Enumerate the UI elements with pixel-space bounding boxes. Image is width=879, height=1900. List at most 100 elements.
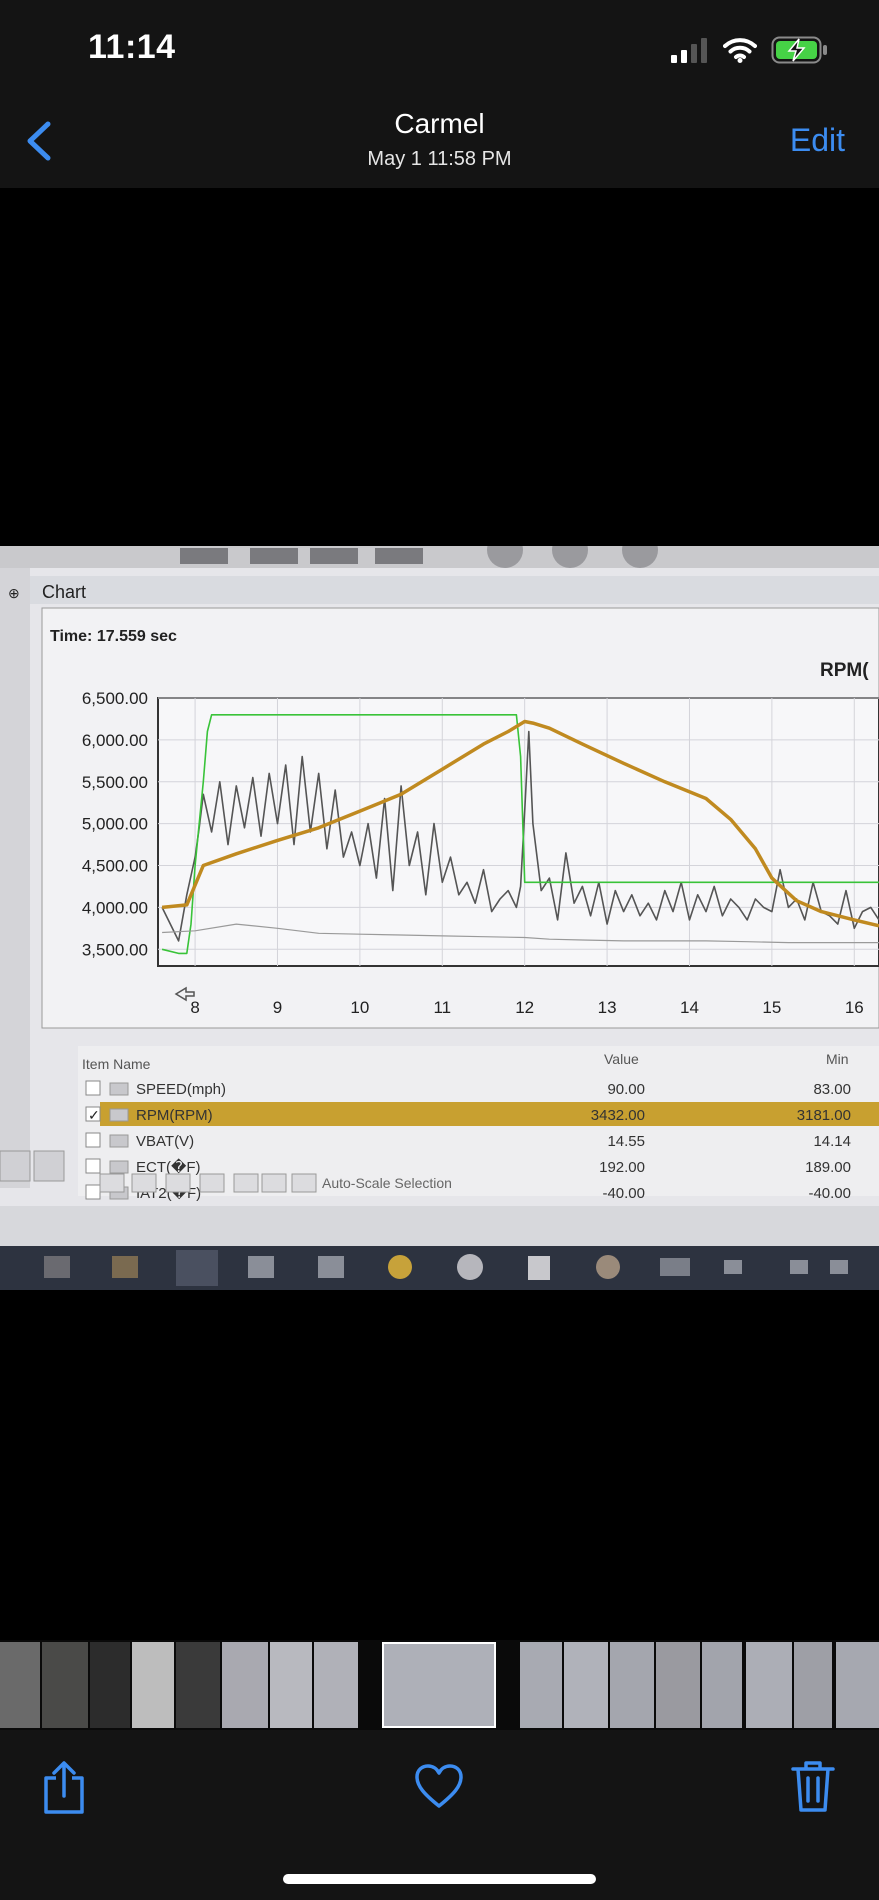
x-tick-label: 12: [515, 998, 534, 1017]
photo-canvas: Chart ⊕ Time: 17.559 sec RPM( 6,500.00 6,…: [0, 546, 879, 1346]
thumbnail[interactable]: [610, 1642, 654, 1728]
pid-icon: [109, 1082, 129, 1096]
thumbnail[interactable]: [564, 1642, 608, 1728]
y-tick-label: 6,500.00: [82, 689, 148, 708]
y-tick-label: 6,000.00: [82, 731, 148, 750]
row-min: 3181.00: [797, 1107, 851, 1124]
edit-button[interactable]: Edit: [790, 122, 845, 159]
grid-icon[interactable]: [165, 1173, 191, 1193]
row-value: 192.00: [599, 1159, 645, 1176]
album-title: Carmel: [394, 108, 485, 139]
folder-icon[interactable]: [0, 1150, 31, 1182]
check-app-icon[interactable]: [388, 1255, 412, 1279]
thumbnail[interactable]: [520, 1642, 562, 1728]
table-toolbar: Auto-Scale Selection: [99, 1173, 452, 1193]
row-checkbox[interactable]: [85, 1184, 101, 1200]
x-tick-label: 15: [762, 998, 781, 1017]
thumbnail[interactable]: [132, 1642, 174, 1728]
y-tick-label: 4,000.00: [82, 898, 148, 917]
tools-icon[interactable]: [131, 1173, 157, 1193]
thumbnail[interactable]: [42, 1642, 88, 1728]
active-app-icon[interactable]: [176, 1250, 218, 1286]
pid-icon: [109, 1160, 129, 1174]
x-tick-label: 11: [433, 998, 451, 1017]
row-name: RPM(RPM): [136, 1107, 213, 1124]
signal-icon: [671, 38, 707, 63]
info-app-icon[interactable]: [457, 1254, 483, 1280]
row-min: 83.00: [813, 1081, 851, 1098]
thumbnail[interactable]: [176, 1642, 220, 1728]
store-icon[interactable]: [112, 1256, 138, 1278]
thumbnail[interactable]: [656, 1642, 700, 1728]
share-icon[interactable]: [40, 1760, 88, 1816]
document-icon[interactable]: [528, 1256, 550, 1280]
row-checkbox[interactable]: [85, 1158, 101, 1174]
chart-panel-header: [30, 576, 879, 604]
thumbnail-current[interactable]: [382, 1642, 496, 1728]
dock-panel: [0, 568, 30, 1188]
x-tick-label: 13: [598, 998, 617, 1017]
photo-nav-bar: Carmel May 1 11:58 PM Edit: [0, 100, 879, 188]
row-name: VBAT(V): [136, 1133, 194, 1150]
scale-icon[interactable]: [291, 1173, 317, 1193]
row-name: SPEED(mph): [136, 1081, 226, 1098]
auto-scale-selection[interactable]: Auto-Scale Selection: [322, 1175, 452, 1191]
thumbnail[interactable]: [836, 1642, 879, 1728]
pid-icon: [109, 1108, 129, 1122]
y-tick-label: 4,500.00: [82, 857, 148, 876]
tray-icon-2[interactable]: [830, 1260, 848, 1274]
status-icons: [671, 36, 829, 64]
thumbnail[interactable]: [702, 1642, 742, 1728]
status-strip: [0, 1206, 879, 1246]
x-tick-label: 14: [680, 998, 699, 1017]
x-tick-label: 10: [350, 998, 369, 1017]
battery-charging-icon: [771, 36, 827, 64]
pid-icon: [109, 1134, 129, 1148]
thumbnail[interactable]: [794, 1642, 832, 1728]
row-value: -40.00: [602, 1185, 645, 1202]
threshold-icon[interactable]: [261, 1173, 287, 1193]
header-item-name: Item Name: [82, 1056, 151, 1072]
window-icon[interactable]: [199, 1173, 225, 1193]
panel-title: Chart: [42, 582, 86, 602]
row-name: ECT(�F): [136, 1158, 201, 1176]
app-icon-2[interactable]: [596, 1255, 620, 1279]
thumbnail[interactable]: [314, 1642, 358, 1728]
table-row[interactable]: ✓ RPM(RPM) 3432.00 3181.00: [85, 1102, 879, 1126]
photo-image: Chart ⊕ Time: 17.559 sec RPM( 6,500.00 6,…: [0, 546, 879, 1346]
x-tick-label: 9: [273, 998, 282, 1017]
tray-icon[interactable]: [790, 1260, 808, 1274]
thumbnail[interactable]: [0, 1642, 40, 1728]
thumbnail[interactable]: [270, 1642, 312, 1728]
heart-icon[interactable]: [414, 1764, 464, 1810]
trash-icon[interactable]: [790, 1758, 836, 1814]
terminal-icon[interactable]: [318, 1256, 344, 1278]
checkmark-icon: ✓: [88, 1107, 100, 1123]
thumbnail[interactable]: [222, 1642, 268, 1728]
line-icon[interactable]: [233, 1173, 259, 1193]
pin-icon[interactable]: ⊕: [8, 585, 20, 601]
network-icon[interactable]: [724, 1260, 742, 1274]
status-time: 11:14: [88, 28, 176, 66]
status-bar: 11:14: [0, 0, 879, 100]
x-tick-label: 16: [845, 998, 864, 1017]
row-checkbox[interactable]: [85, 1132, 101, 1148]
x-tick-label: 8: [190, 998, 199, 1017]
header-value: Value: [604, 1051, 639, 1067]
y-tick-label: 5,500.00: [82, 773, 148, 792]
header-min: Min: [826, 1051, 849, 1067]
thumbnail[interactable]: [746, 1642, 792, 1728]
file-explorer-icon[interactable]: [44, 1256, 70, 1278]
settings-icon[interactable]: [99, 1173, 125, 1193]
photo-date: May 1 11:58 PM: [367, 148, 512, 170]
row-value: 3432.00: [591, 1107, 645, 1124]
home-indicator[interactable]: [283, 1874, 596, 1884]
app-icon[interactable]: [248, 1256, 274, 1278]
gear-icon[interactable]: [33, 1150, 65, 1182]
thumbnail-strip[interactable]: [0, 1640, 879, 1730]
photo-bottom-black: [0, 1290, 879, 1346]
app-icon-3[interactable]: [660, 1258, 690, 1276]
row-highlight: [100, 1102, 879, 1126]
row-checkbox[interactable]: [85, 1080, 101, 1096]
thumbnail[interactable]: [90, 1642, 130, 1728]
